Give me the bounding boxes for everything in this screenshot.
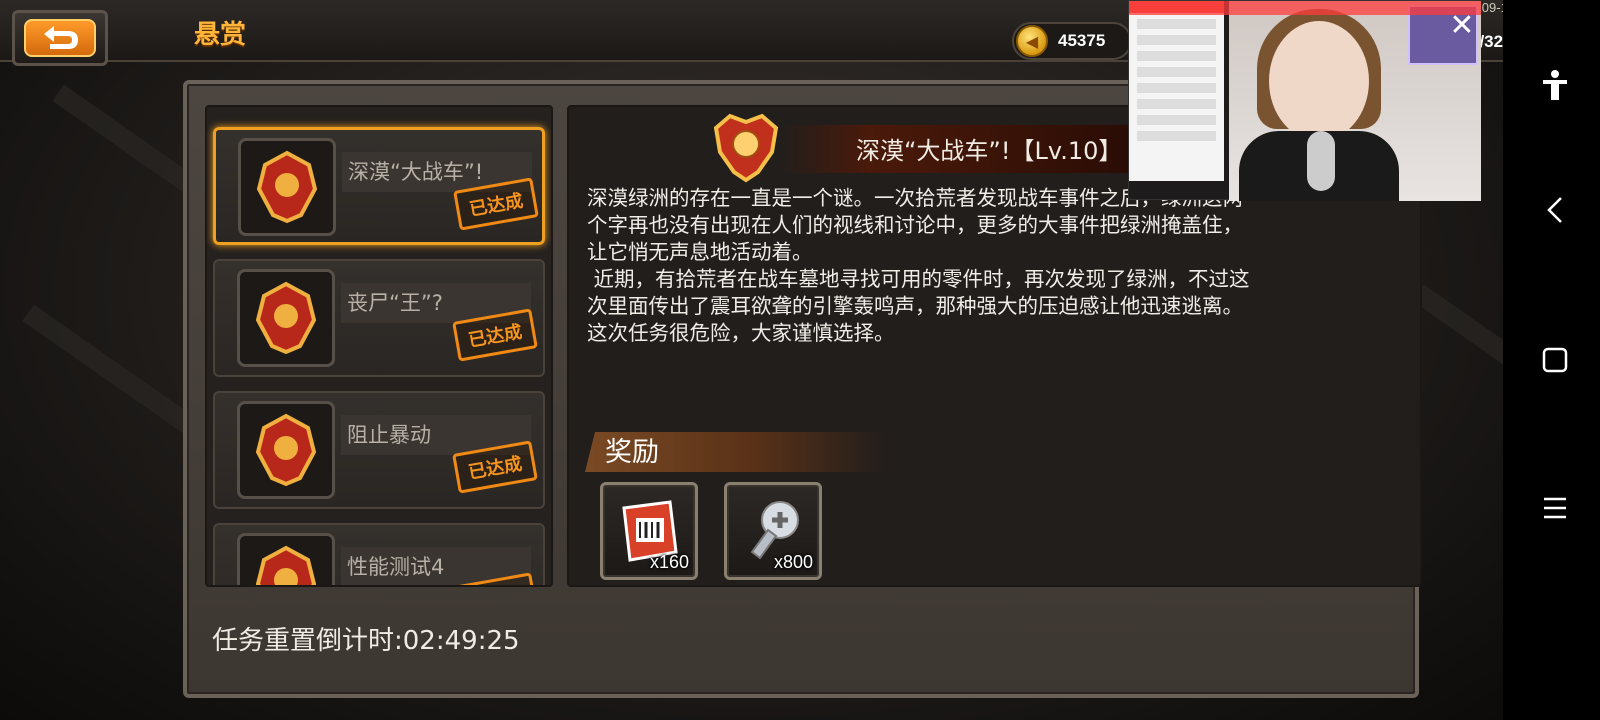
gold-value: 45375 bbox=[1058, 31, 1106, 50]
reward-quantity: x800 bbox=[773, 552, 813, 572]
coin-icon: ◀ bbox=[1016, 25, 1048, 57]
nav-menu-icon[interactable] bbox=[1535, 488, 1575, 528]
livestream-overlay[interactable]: ✕ bbox=[1128, 0, 1481, 201]
task-item[interactable]: 性能测试4 已达成 bbox=[213, 523, 545, 585]
bg-decoration bbox=[22, 304, 198, 436]
reset-countdown: 任务重置倒计时:02:49:25 bbox=[212, 626, 520, 656]
rank-emblem-icon bbox=[237, 533, 335, 585]
task-list[interactable]: 深漠“大战车”! 已达成 丧尸“王”? 已达成 阻止暴动 已达成 性能测试4 bbox=[205, 105, 553, 587]
task-item[interactable]: 丧尸“王”? 已达成 bbox=[213, 259, 545, 377]
page-title: 悬赏 bbox=[194, 20, 247, 50]
task-item[interactable]: 深漠“大战车”! 已达成 bbox=[213, 127, 545, 245]
rank-emblem-icon bbox=[708, 108, 784, 184]
microphone-icon bbox=[1307, 131, 1335, 191]
rank-emblem-icon bbox=[237, 401, 335, 499]
nav-home-icon[interactable] bbox=[1535, 340, 1575, 380]
back-button[interactable] bbox=[12, 10, 108, 66]
nav-back-icon[interactable] bbox=[1535, 190, 1575, 230]
phone-screen-preview bbox=[1129, 1, 1224, 181]
accessibility-icon[interactable] bbox=[1535, 66, 1575, 106]
task-item[interactable]: 阻止暴动 已达成 bbox=[213, 391, 545, 509]
reward-label: 奖励 bbox=[605, 437, 659, 468]
webcam-face bbox=[1269, 21, 1369, 141]
reward-quantity: x160 bbox=[649, 552, 689, 572]
reward-item[interactable]: x800 bbox=[724, 482, 822, 580]
reward-item[interactable]: x160 bbox=[600, 482, 698, 580]
task-description: 深漠绿洲的存在一直是一个谜。一次拾荒者发现战车事件之后，绿洲这两 个字再也没有出… bbox=[587, 186, 1250, 345]
rank-emblem-icon bbox=[237, 269, 335, 367]
back-arrow-icon bbox=[24, 19, 96, 57]
gold-counter: ◀ 45375 bbox=[1012, 22, 1132, 60]
stream-ticker bbox=[1129, 1, 1481, 15]
close-icon[interactable]: ✕ bbox=[1447, 11, 1477, 41]
detail-title: 深漠“大战车”!【Lv.10】 bbox=[856, 137, 1123, 165]
rank-emblem-icon bbox=[238, 138, 336, 236]
